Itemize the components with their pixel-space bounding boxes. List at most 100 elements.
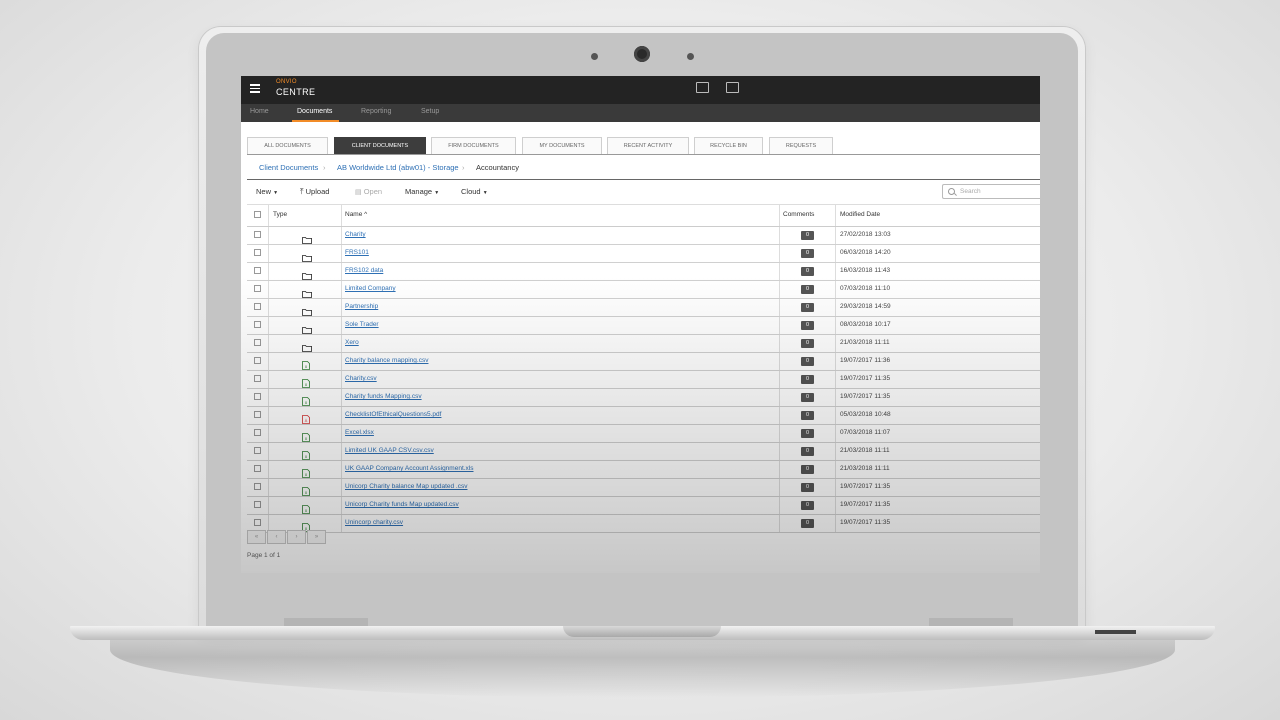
row-checkbox[interactable]: [254, 519, 261, 526]
comments-badge[interactable]: 0: [801, 429, 814, 438]
comments-badge[interactable]: 0: [801, 249, 814, 258]
table-row[interactable]: FRS102 data 0 16/03/2018 11:43: [247, 263, 1040, 281]
file-name-link[interactable]: ChecklistOfEthicalQuestions5.pdf: [345, 411, 441, 418]
row-checkbox[interactable]: [254, 483, 261, 490]
comments-badge[interactable]: 0: [801, 501, 814, 510]
tab-requests[interactable]: REQUESTS: [769, 137, 833, 154]
row-checkbox[interactable]: [254, 321, 261, 328]
table-row[interactable]: x Excel.xlsx 0 07/03/2018 11:07: [247, 425, 1040, 443]
row-checkbox[interactable]: [254, 303, 261, 310]
file-name-link[interactable]: Charity funds Mapping.csv: [345, 393, 422, 400]
comments-badge[interactable]: 0: [801, 267, 814, 276]
file-name-link[interactable]: Charity balance mapping.csv: [345, 357, 428, 364]
comments-badge[interactable]: 0: [801, 519, 814, 528]
file-name-link[interactable]: Charity: [345, 231, 366, 238]
nav-documents[interactable]: Documents: [297, 108, 332, 115]
row-checkbox[interactable]: [254, 267, 261, 274]
cloud-button[interactable]: Cloud ▼: [461, 187, 488, 196]
hamburger-menu-icon[interactable]: [250, 82, 260, 95]
tab-recycle-bin[interactable]: RECYCLE BIN: [694, 137, 763, 154]
comments-badge[interactable]: 0: [801, 339, 814, 348]
tab-all-documents[interactable]: ALL DOCUMENTS: [247, 137, 328, 154]
file-name-link[interactable]: Limited Company: [345, 285, 396, 292]
tab-recent-activity[interactable]: RECENT ACTIVITY: [607, 137, 689, 154]
comments-badge[interactable]: 0: [801, 393, 814, 402]
header-name[interactable]: Name ^: [345, 211, 367, 218]
file-name-link[interactable]: Unicorp Charity funds Map updated.csv: [345, 501, 459, 508]
comments-badge[interactable]: 0: [801, 483, 814, 492]
row-checkbox[interactable]: [254, 447, 261, 454]
row-checkbox[interactable]: [254, 231, 261, 238]
row-checkbox[interactable]: [254, 285, 261, 292]
header-comments[interactable]: Comments: [783, 211, 814, 218]
file-name-link[interactable]: Unincorp charity.csv: [345, 519, 403, 526]
row-checkbox[interactable]: [254, 429, 261, 436]
table-row[interactable]: x Unicorp Charity balance Map updated .cs…: [247, 479, 1040, 497]
nav-reporting[interactable]: Reporting: [361, 108, 391, 115]
file-name-link[interactable]: Limited UK GAAP CSV.csv.csv: [345, 447, 434, 454]
first-page-button[interactable]: «: [247, 530, 266, 544]
file-name-link[interactable]: Partnership: [345, 303, 378, 310]
archive-box-icon[interactable]: [726, 82, 739, 93]
table-row[interactable]: x Charity funds Mapping.csv 0 19/07/2017 11…: [247, 389, 1040, 407]
header-modified-date[interactable]: Modified Date: [840, 211, 880, 218]
file-name-link[interactable]: Sole Trader: [345, 321, 379, 328]
contact-card-icon[interactable]: [696, 82, 709, 93]
comments-badge[interactable]: 0: [801, 285, 814, 294]
table-row[interactable]: Limited Company 0 07/03/2018 11:10: [247, 281, 1040, 299]
nav-setup[interactable]: Setup: [421, 108, 439, 115]
row-checkbox[interactable]: [254, 501, 261, 508]
table-row[interactable]: x Charity balance mapping.csv 0 19/07/2017 …: [247, 353, 1040, 371]
comments-badge[interactable]: 0: [801, 447, 814, 456]
row-checkbox[interactable]: [254, 357, 261, 364]
tab-my-documents[interactable]: MY DOCUMENTS: [522, 137, 602, 154]
row-checkbox[interactable]: [254, 375, 261, 382]
table-row[interactable]: x Unicorp Charity funds Map updated.csv 0 1…: [247, 497, 1040, 515]
file-name-link[interactable]: FRS102 data: [345, 267, 383, 274]
tab-client-documents[interactable]: CLIENT DOCUMENTS: [334, 137, 426, 154]
new-button[interactable]: New ▼: [256, 187, 278, 196]
table-row[interactable]: x Limited UK GAAP CSV.csv.csv 0 21/03/2018 …: [247, 443, 1040, 461]
breadcrumb-storage[interactable]: AB Worldwide Ltd (abw01) - Storage: [337, 163, 459, 172]
file-name-link[interactable]: Xero: [345, 339, 359, 346]
table-row[interactable]: Xero 0 21/03/2018 11:11: [247, 335, 1040, 353]
table-row[interactable]: Partnership 0 29/03/2018 14:59: [247, 299, 1040, 317]
table-row[interactable]: FRS101 0 06/03/2018 14:20: [247, 245, 1040, 263]
comments-badge[interactable]: 0: [801, 357, 814, 366]
header-type[interactable]: Type: [273, 211, 287, 218]
file-name-link[interactable]: FRS101: [345, 249, 369, 256]
tab-firm-documents[interactable]: FIRM DOCUMENTS: [431, 137, 516, 154]
file-name-link[interactable]: Unicorp Charity balance Map updated .csv: [345, 483, 467, 490]
comments-badge[interactable]: 0: [801, 321, 814, 330]
next-page-button[interactable]: ›: [287, 530, 306, 544]
row-checkbox[interactable]: [254, 465, 261, 472]
select-all-checkbox[interactable]: [254, 211, 261, 218]
comments-badge[interactable]: 0: [801, 303, 814, 312]
comments-badge[interactable]: 0: [801, 411, 814, 420]
upload-button[interactable]: ⤒ Upload: [300, 187, 329, 197]
previous-page-button[interactable]: ‹: [267, 530, 286, 544]
row-checkbox[interactable]: [254, 339, 261, 346]
search-input[interactable]: Search: [942, 184, 1040, 199]
file-name-link[interactable]: Excel.xlsx: [345, 429, 374, 436]
table-row[interactable]: Sole Trader 0 08/03/2018 10:17: [247, 317, 1040, 335]
open-button[interactable]: ▤ Open: [355, 187, 382, 196]
table-row[interactable]: Charity 0 27/02/2018 13:03: [247, 227, 1040, 245]
file-name-link[interactable]: Charity.csv: [345, 375, 377, 382]
new-label: New: [256, 187, 272, 196]
manage-button[interactable]: Manage ▼: [405, 187, 439, 196]
comments-badge[interactable]: 0: [801, 465, 814, 474]
file-name-link[interactable]: UK GAAP Company Account Assignment.xls: [345, 465, 474, 472]
nav-home[interactable]: Home: [250, 108, 269, 115]
last-page-button[interactable]: »: [307, 530, 326, 544]
comments-badge[interactable]: 0: [801, 375, 814, 384]
table-row[interactable]: x UK GAAP Company Account Assignment.xls 0…: [247, 461, 1040, 479]
row-checkbox[interactable]: [254, 249, 261, 256]
breadcrumb-client-documents[interactable]: Client Documents: [259, 163, 318, 172]
row-checkbox[interactable]: [254, 411, 261, 418]
table-row[interactable]: x Unincorp charity.csv 0 19/07/2017 11:35: [247, 515, 1040, 533]
comments-badge[interactable]: 0: [801, 231, 814, 240]
table-row[interactable]: ⅄ ChecklistOfEthicalQuestions5.pdf 0 05/03/…: [247, 407, 1040, 425]
row-checkbox[interactable]: [254, 393, 261, 400]
table-row[interactable]: x Charity.csv 0 19/07/2017 11:35: [247, 371, 1040, 389]
